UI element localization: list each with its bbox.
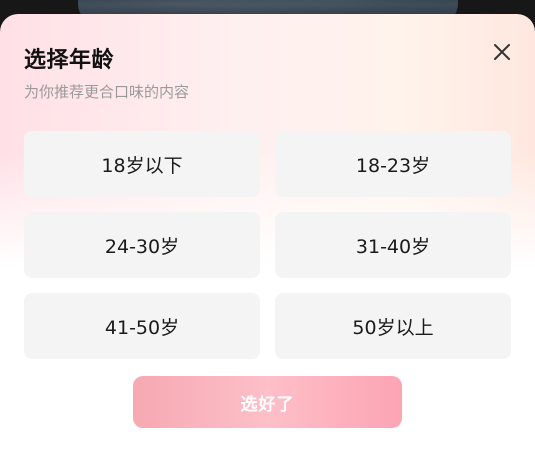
age-option-under-18[interactable]: 18岁以下 <box>24 131 260 197</box>
age-picker-sheet: 选择年龄 为你推荐更合口味的内容 18岁以下 18-23岁 24-30岁 31-… <box>0 14 535 457</box>
age-option-18-23[interactable]: 18-23岁 <box>275 131 511 197</box>
age-option-41-50[interactable]: 41-50岁 <box>24 293 260 359</box>
close-icon[interactable] <box>491 41 513 63</box>
age-options-grid: 18岁以下 18-23岁 24-30岁 31-40岁 41-50岁 50岁以上 <box>24 131 511 359</box>
close-button[interactable] <box>491 41 513 63</box>
confirm-button[interactable]: 选好了 <box>133 376 402 428</box>
dialog-subtitle: 为你推荐更合口味的内容 <box>24 83 190 101</box>
age-option-31-40[interactable]: 31-40岁 <box>275 212 511 278</box>
page: 选择年龄 为你推荐更合口味的内容 18岁以下 18-23岁 24-30岁 31-… <box>0 0 535 457</box>
age-option-over-50[interactable]: 50岁以上 <box>275 293 511 359</box>
dialog-title: 选择年龄 <box>24 48 115 73</box>
age-option-24-30[interactable]: 24-30岁 <box>24 212 260 278</box>
